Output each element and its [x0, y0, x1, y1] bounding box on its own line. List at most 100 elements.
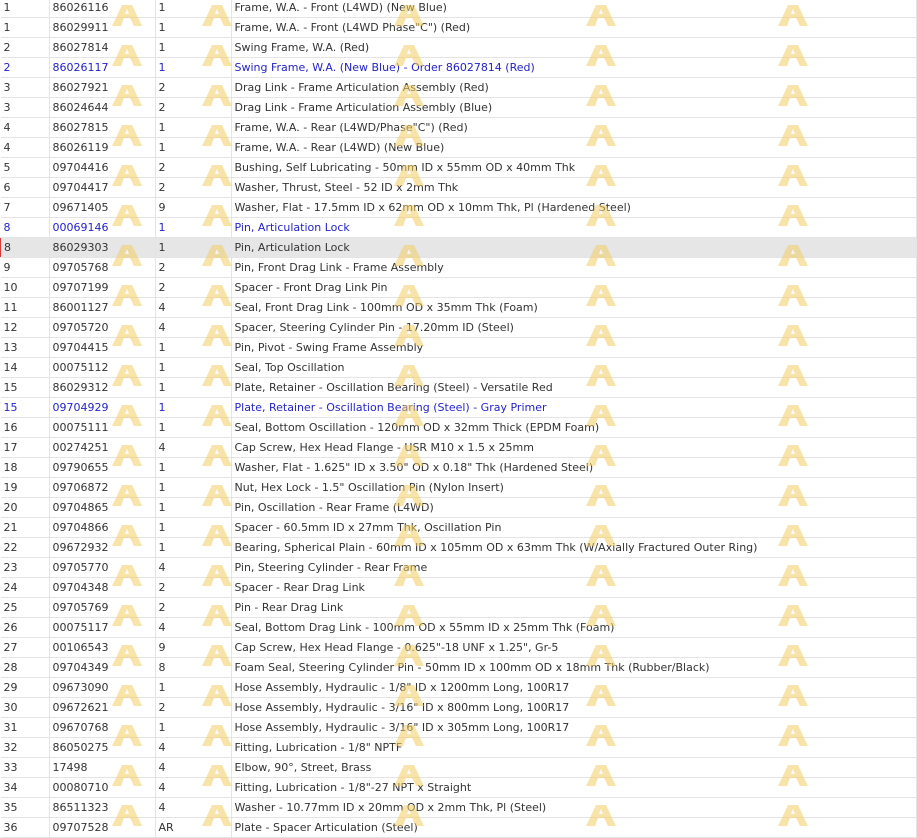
parts-list-body: 1 86026116 1 Frame, W.A. - Front (L4WD) …: [0, 0, 917, 838]
table-row[interactable]: 4 86027815 1 Frame, W.A. - Rear (L4WD/Ph…: [0, 117, 917, 138]
table-row[interactable]: 36 09707528 AR Plate - Spacer Articulati…: [0, 817, 917, 838]
ref-number-cell: 3: [0, 77, 50, 98]
table-row[interactable]: 7 09671405 9 Washer, Flat - 17.5mm ID x …: [0, 197, 917, 218]
table-row[interactable]: 24 09704348 2 Spacer - Rear Drag Link: [0, 577, 917, 598]
ref-number-cell: 13: [0, 337, 50, 358]
table-row[interactable]: 10 09707199 2 Spacer - Front Drag Link P…: [0, 277, 917, 298]
description-cell: Cap Screw, Hex Head Flange - USR M10 x 1…: [231, 437, 917, 458]
part-number-cell: 09707528: [49, 817, 156, 838]
description-cell: Pin, Steering Cylinder - Rear Frame: [231, 557, 917, 578]
ref-number-cell: 30: [0, 697, 50, 718]
quantity-cell: 1: [155, 457, 232, 478]
ref-number-cell: 4: [0, 117, 50, 138]
table-row[interactable]: 21 09704866 1 Spacer - 60.5mm ID x 27mm …: [0, 517, 917, 538]
quantity-cell: 1: [155, 137, 232, 158]
quantity-cell: 1: [155, 357, 232, 378]
table-row[interactable]: 1 86029911 1 Frame, W.A. - Front (L4WD P…: [0, 17, 917, 38]
part-number-cell: 17498: [49, 757, 156, 778]
table-row[interactable]: 11 86001127 4 Seal, Front Drag Link - 10…: [0, 297, 917, 318]
description-cell: Washer, Flat - 17.5mm ID x 62mm OD x 10m…: [231, 197, 917, 218]
part-number-cell: 86029312: [49, 377, 156, 398]
table-row-selected[interactable]: 8 86029303 1 Pin, Articulation Lock: [0, 237, 917, 258]
table-row[interactable]: 12 09705720 4 Spacer, Steering Cylinder …: [0, 317, 917, 338]
part-number-cell: 86027921: [49, 77, 156, 98]
table-row[interactable]: 29 09673090 1 Hose Assembly, Hydraulic -…: [0, 677, 917, 698]
table-row[interactable]: 3 86024644 2 Drag Link - Frame Articulat…: [0, 97, 917, 118]
description-cell: Seal, Bottom Oscillation - 120mm OD x 32…: [231, 417, 917, 438]
part-number-cell: 09704865: [49, 497, 156, 518]
table-row[interactable]: 13 09704415 1 Pin, Pivot - Swing Frame A…: [0, 337, 917, 358]
table-row[interactable]: 4 86026119 1 Frame, W.A. - Rear (L4WD) (…: [0, 137, 917, 158]
table-row[interactable]: 35 86511323 4 Washer - 10.77mm ID x 20mm…: [0, 797, 917, 818]
description-cell: Washer, Flat - 1.625" ID x 3.50" OD x 0.…: [231, 457, 917, 478]
table-row[interactable]: 22 09672932 1 Bearing, Spherical Plain -…: [0, 537, 917, 558]
table-row[interactable]: 28 09704349 8 Foam Seal, Steering Cylind…: [0, 657, 917, 678]
quantity-cell: 2: [155, 257, 232, 278]
table-row[interactable]: 31 09670768 1 Hose Assembly, Hydraulic -…: [0, 717, 917, 738]
table-row[interactable]: 8 00069146 1 Pin, Articulation Lock: [0, 217, 917, 238]
part-number-cell: 00075117: [49, 617, 156, 638]
table-row[interactable]: 15 09704929 1 Plate, Retainer - Oscillat…: [0, 397, 917, 418]
table-row[interactable]: 9 09705768 2 Pin, Front Drag Link - Fram…: [0, 257, 917, 278]
part-number-cell: 86024644: [49, 97, 156, 118]
table-row[interactable]: 33 17498 4 Elbow, 90°, Street, Brass: [0, 757, 917, 778]
part-number-cell: 00106543: [49, 637, 156, 658]
table-row[interactable]: 27 00106543 9 Cap Screw, Hex Head Flange…: [0, 637, 917, 658]
table-row[interactable]: 5 09704416 2 Bushing, Self Lubricating -…: [0, 157, 917, 178]
description-cell: Swing Frame, W.A. (New Blue) - Order 860…: [231, 57, 917, 78]
ref-number-cell: 14: [0, 357, 50, 378]
table-row[interactable]: 30 09672621 2 Hose Assembly, Hydraulic -…: [0, 697, 917, 718]
table-row[interactable]: 1 86026116 1 Frame, W.A. - Front (L4WD) …: [0, 0, 917, 18]
table-row[interactable]: 32 86050275 4 Fitting, Lubrication - 1/8…: [0, 737, 917, 758]
description-cell: Seal, Bottom Drag Link - 100mm OD x 55mm…: [231, 617, 917, 638]
table-row[interactable]: 15 86029312 1 Plate, Retainer - Oscillat…: [0, 377, 917, 398]
part-number-cell: 09707199: [49, 277, 156, 298]
table-row[interactable]: 26 00075117 4 Seal, Bottom Drag Link - 1…: [0, 617, 917, 638]
part-number-cell: 09705768: [49, 257, 156, 278]
ref-number-cell: 35: [0, 797, 50, 818]
ref-number-cell: 2: [0, 57, 50, 78]
description-cell: Bushing, Self Lubricating - 50mm ID x 55…: [231, 157, 917, 178]
table-row[interactable]: 6 09704417 2 Washer, Thrust, Steel - 52 …: [0, 177, 917, 198]
table-row[interactable]: 18 09790655 1 Washer, Flat - 1.625" ID x…: [0, 457, 917, 478]
ref-number-cell: 24: [0, 577, 50, 598]
quantity-cell: 1: [155, 417, 232, 438]
part-number-cell: 09704349: [49, 657, 156, 678]
quantity-cell: 2: [155, 697, 232, 718]
description-cell: Washer - 10.77mm ID x 20mm OD x 2mm Thk,…: [231, 797, 917, 818]
ref-number-cell: 27: [0, 637, 50, 658]
description-cell: Spacer - Front Drag Link Pin: [231, 277, 917, 298]
part-number-cell: 09673090: [49, 677, 156, 698]
table-row[interactable]: 19 09706872 1 Nut, Hex Lock - 1.5" Oscil…: [0, 477, 917, 498]
ref-number-cell: 16: [0, 417, 50, 438]
table-row[interactable]: 34 00080710 4 Fitting, Lubrication - 1/8…: [0, 777, 917, 798]
quantity-cell: 1: [155, 117, 232, 138]
description-cell: Hose Assembly, Hydraulic - 3/16" ID x 80…: [231, 697, 917, 718]
table-row[interactable]: 3 86027921 2 Drag Link - Frame Articulat…: [0, 77, 917, 98]
part-number-cell: 09704866: [49, 517, 156, 538]
quantity-cell: 4: [155, 617, 232, 638]
quantity-cell: 4: [155, 317, 232, 338]
quantity-cell: 2: [155, 597, 232, 618]
table-row[interactable]: 16 00075111 1 Seal, Bottom Oscillation -…: [0, 417, 917, 438]
ref-number-cell: 1: [0, 0, 50, 18]
ref-number-cell: 5: [0, 157, 50, 178]
ref-number-cell: 9: [0, 257, 50, 278]
ref-number-cell: 11: [0, 297, 50, 318]
table-row[interactable]: 2 86027814 1 Swing Frame, W.A. (Red): [0, 37, 917, 58]
quantity-cell: 4: [155, 297, 232, 318]
table-row[interactable]: 23 09705770 4 Pin, Steering Cylinder - R…: [0, 557, 917, 578]
part-number-cell: 09704348: [49, 577, 156, 598]
part-number-cell: 09670768: [49, 717, 156, 738]
part-number-cell: 86026119: [49, 137, 156, 158]
ref-number-cell: 31: [0, 717, 50, 738]
table-row[interactable]: 20 09704865 1 Pin, Oscillation - Rear Fr…: [0, 497, 917, 518]
table-row[interactable]: 2 86026117 1 Swing Frame, W.A. (New Blue…: [0, 57, 917, 78]
table-row[interactable]: 14 00075112 1 Seal, Top Oscillation: [0, 357, 917, 378]
ref-number-cell: 36: [0, 817, 50, 838]
quantity-cell: 1: [155, 337, 232, 358]
part-number-cell: 86001127: [49, 297, 156, 318]
table-row[interactable]: 17 00274251 4 Cap Screw, Hex Head Flange…: [0, 437, 917, 458]
table-row[interactable]: 25 09705769 2 Pin - Rear Drag Link: [0, 597, 917, 618]
description-cell: Seal, Top Oscillation: [231, 357, 917, 378]
